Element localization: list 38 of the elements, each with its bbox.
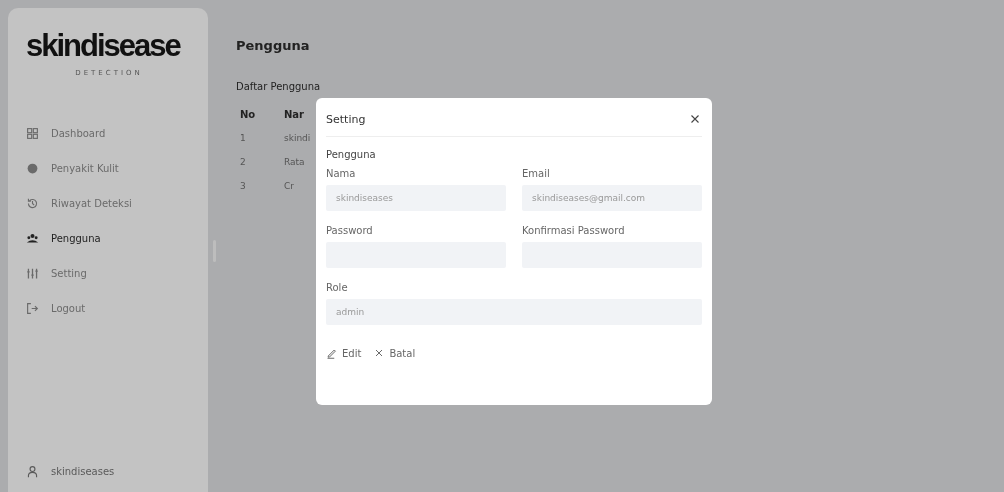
- dialog-title: Setting: [326, 112, 366, 126]
- column-header: No: [240, 108, 257, 120]
- page-title: Pengguna: [236, 38, 311, 53]
- user-name: skindiseases: [51, 466, 115, 477]
- field-label: Konfirmasi Password: [522, 225, 626, 236]
- input-field[interactable]: skindiseases@gmail.com: [522, 185, 702, 211]
- table-cell-text: 3: [240, 181, 247, 191]
- table-cell-text: Cr: [284, 181, 295, 191]
- history-icon: [26, 197, 39, 210]
- logout-icon: [26, 302, 39, 315]
- field-label: Role: [326, 282, 349, 293]
- sidebar-item[interactable]: Penyakit Kulit: [26, 162, 119, 175]
- pencil-icon: [326, 347, 338, 359]
- field-label: Email: [522, 168, 551, 179]
- table-cell-text: 2: [240, 157, 247, 167]
- edit-button[interactable]: Edit: [326, 347, 362, 359]
- table-title: Daftar Pengguna: [236, 81, 322, 92]
- table-cell-text: Rata: [284, 157, 306, 167]
- column-header: Nar: [284, 108, 306, 120]
- virus-icon: [26, 162, 39, 175]
- table-cell-text: 1: [240, 133, 247, 143]
- sidebar-item[interactable]: Pengguna: [26, 232, 101, 245]
- sidebar-item[interactable]: Logout: [26, 302, 86, 315]
- sidebar-item[interactable]: Dashboard: [26, 127, 106, 140]
- field-label: Password: [326, 225, 374, 236]
- input-field[interactable]: skindiseases: [326, 185, 506, 211]
- sidebar-item[interactable]: Riwayat Deteksi: [26, 197, 132, 210]
- logo: skindisease: [26, 30, 180, 61]
- sidebar-item[interactable]: Setting: [26, 267, 87, 280]
- table-cell-text: skindi: [284, 133, 312, 143]
- input-field[interactable]: admin: [326, 299, 702, 325]
- cancel-button[interactable]: Batal: [373, 347, 416, 359]
- section-title: Pengguna: [326, 149, 377, 160]
- grid-icon: [26, 127, 39, 140]
- field-label: Nama: [326, 168, 357, 179]
- user-icon: [26, 465, 39, 478]
- sliders-icon: [26, 267, 39, 280]
- users-icon: [26, 232, 39, 245]
